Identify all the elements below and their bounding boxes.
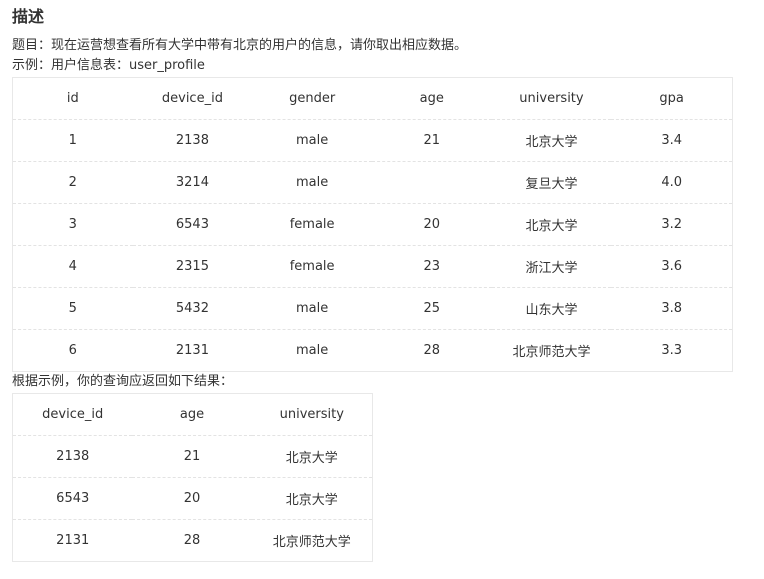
cell-age: 21	[371, 119, 492, 162]
cell-age: 25	[371, 287, 492, 330]
table-row: 4 2315 female 23 浙江大学 3.6	[12, 245, 733, 288]
cell-device-id: 5432	[132, 287, 253, 330]
cell-university: 北京大学	[251, 477, 373, 520]
cell-gpa: 3.2	[611, 203, 733, 246]
cell-device-id: 2131	[56, 533, 90, 548]
question-text: 题目：现在运营想查看所有大学中带有北京的用户的信息，请你取出相应数据。	[12, 38, 468, 53]
cell-id: 4	[12, 245, 133, 288]
cell-gender: female	[252, 203, 372, 246]
cell-university: 北京大学	[491, 203, 612, 246]
column-header-device-id: device_id	[12, 393, 133, 436]
cell-gender: male	[252, 161, 372, 204]
table-header-row: id device_id gender age university gpa	[12, 77, 733, 120]
table-header-row: device_id age university	[12, 393, 373, 436]
cell-gender: male	[296, 343, 329, 358]
table-row: 1 2138 male 21 北京大学 3.4	[12, 119, 733, 162]
cell-age: 28	[423, 343, 441, 358]
column-header-gpa: gpa	[611, 77, 733, 120]
table-row: 5 5432 male 25 山东大学 3.8	[12, 287, 733, 330]
column-header-age: age	[371, 77, 492, 120]
cell-id: 3	[12, 203, 133, 246]
cell-university: 北京师范大学	[512, 345, 591, 360]
cell-device-id: 3214	[132, 161, 253, 204]
column-header-id: id	[12, 77, 133, 120]
cell-device-id: 2315	[132, 245, 253, 288]
cell-gpa: 3.4	[611, 119, 733, 162]
result-table: device_id age university 2138 21 北京大学 65…	[12, 393, 373, 562]
cell-id: 6	[68, 343, 77, 358]
cell-id: 1	[12, 119, 133, 162]
cell-gender: female	[252, 245, 372, 288]
table-row: 2 3214 male 复旦大学 4.0	[12, 161, 733, 204]
cell-university: 北京大学	[491, 119, 612, 162]
column-header-university: university	[251, 393, 373, 436]
column-header-university: university	[491, 77, 612, 120]
table-row: 3 6543 female 20 北京大学 3.2	[12, 203, 733, 246]
cell-university: 北京大学	[251, 435, 373, 478]
cell-device-id: 2138	[132, 119, 253, 162]
cell-gpa: 4.0	[611, 161, 733, 204]
cell-age: 20	[371, 203, 492, 246]
problem-description: 描述 题目：现在运营想查看所有大学中带有北京的用户的信息，请你取出相应数据。 示…	[12, 0, 752, 562]
cell-age: 21	[132, 435, 252, 478]
column-header-device-id: device_id	[132, 77, 253, 120]
cell-university: 复旦大学	[491, 161, 612, 204]
cell-gpa: 3.6	[611, 245, 733, 288]
table-row: 2131 28 北京师范大学	[13, 520, 373, 562]
cell-device-id: 6543	[12, 477, 133, 520]
cell-gpa: 3.3	[661, 343, 683, 358]
column-header-age: age	[132, 393, 252, 436]
cell-university: 北京师范大学	[272, 535, 351, 550]
result-label: 根据示例，你的查询应返回如下结果：	[12, 374, 234, 389]
cell-university: 山东大学	[491, 287, 612, 330]
user-profile-table: id device_id gender age university gpa 1…	[12, 77, 733, 372]
cell-age: 20	[132, 477, 252, 520]
table-row: 2138 21 北京大学	[12, 435, 373, 478]
cell-age: 28	[183, 533, 201, 548]
table-row: 6 2131 male 28 北京师范大学 3.3	[13, 330, 733, 372]
cell-device-id: 6543	[132, 203, 253, 246]
section-heading: 描述	[12, 7, 45, 26]
cell-age	[371, 161, 492, 204]
cell-device-id: 2131	[175, 343, 209, 358]
cell-gender: male	[252, 119, 372, 162]
table-row: 6543 20 北京大学	[12, 477, 373, 520]
cell-id: 5	[12, 287, 133, 330]
example-label: 示例：用户信息表：user_profile	[12, 58, 205, 73]
cell-university: 浙江大学	[491, 245, 612, 288]
cell-age: 23	[371, 245, 492, 288]
cell-gpa: 3.8	[611, 287, 733, 330]
cell-gender: male	[252, 287, 372, 330]
column-header-gender: gender	[252, 77, 372, 120]
cell-id: 2	[12, 161, 133, 204]
cell-device-id: 2138	[12, 435, 133, 478]
